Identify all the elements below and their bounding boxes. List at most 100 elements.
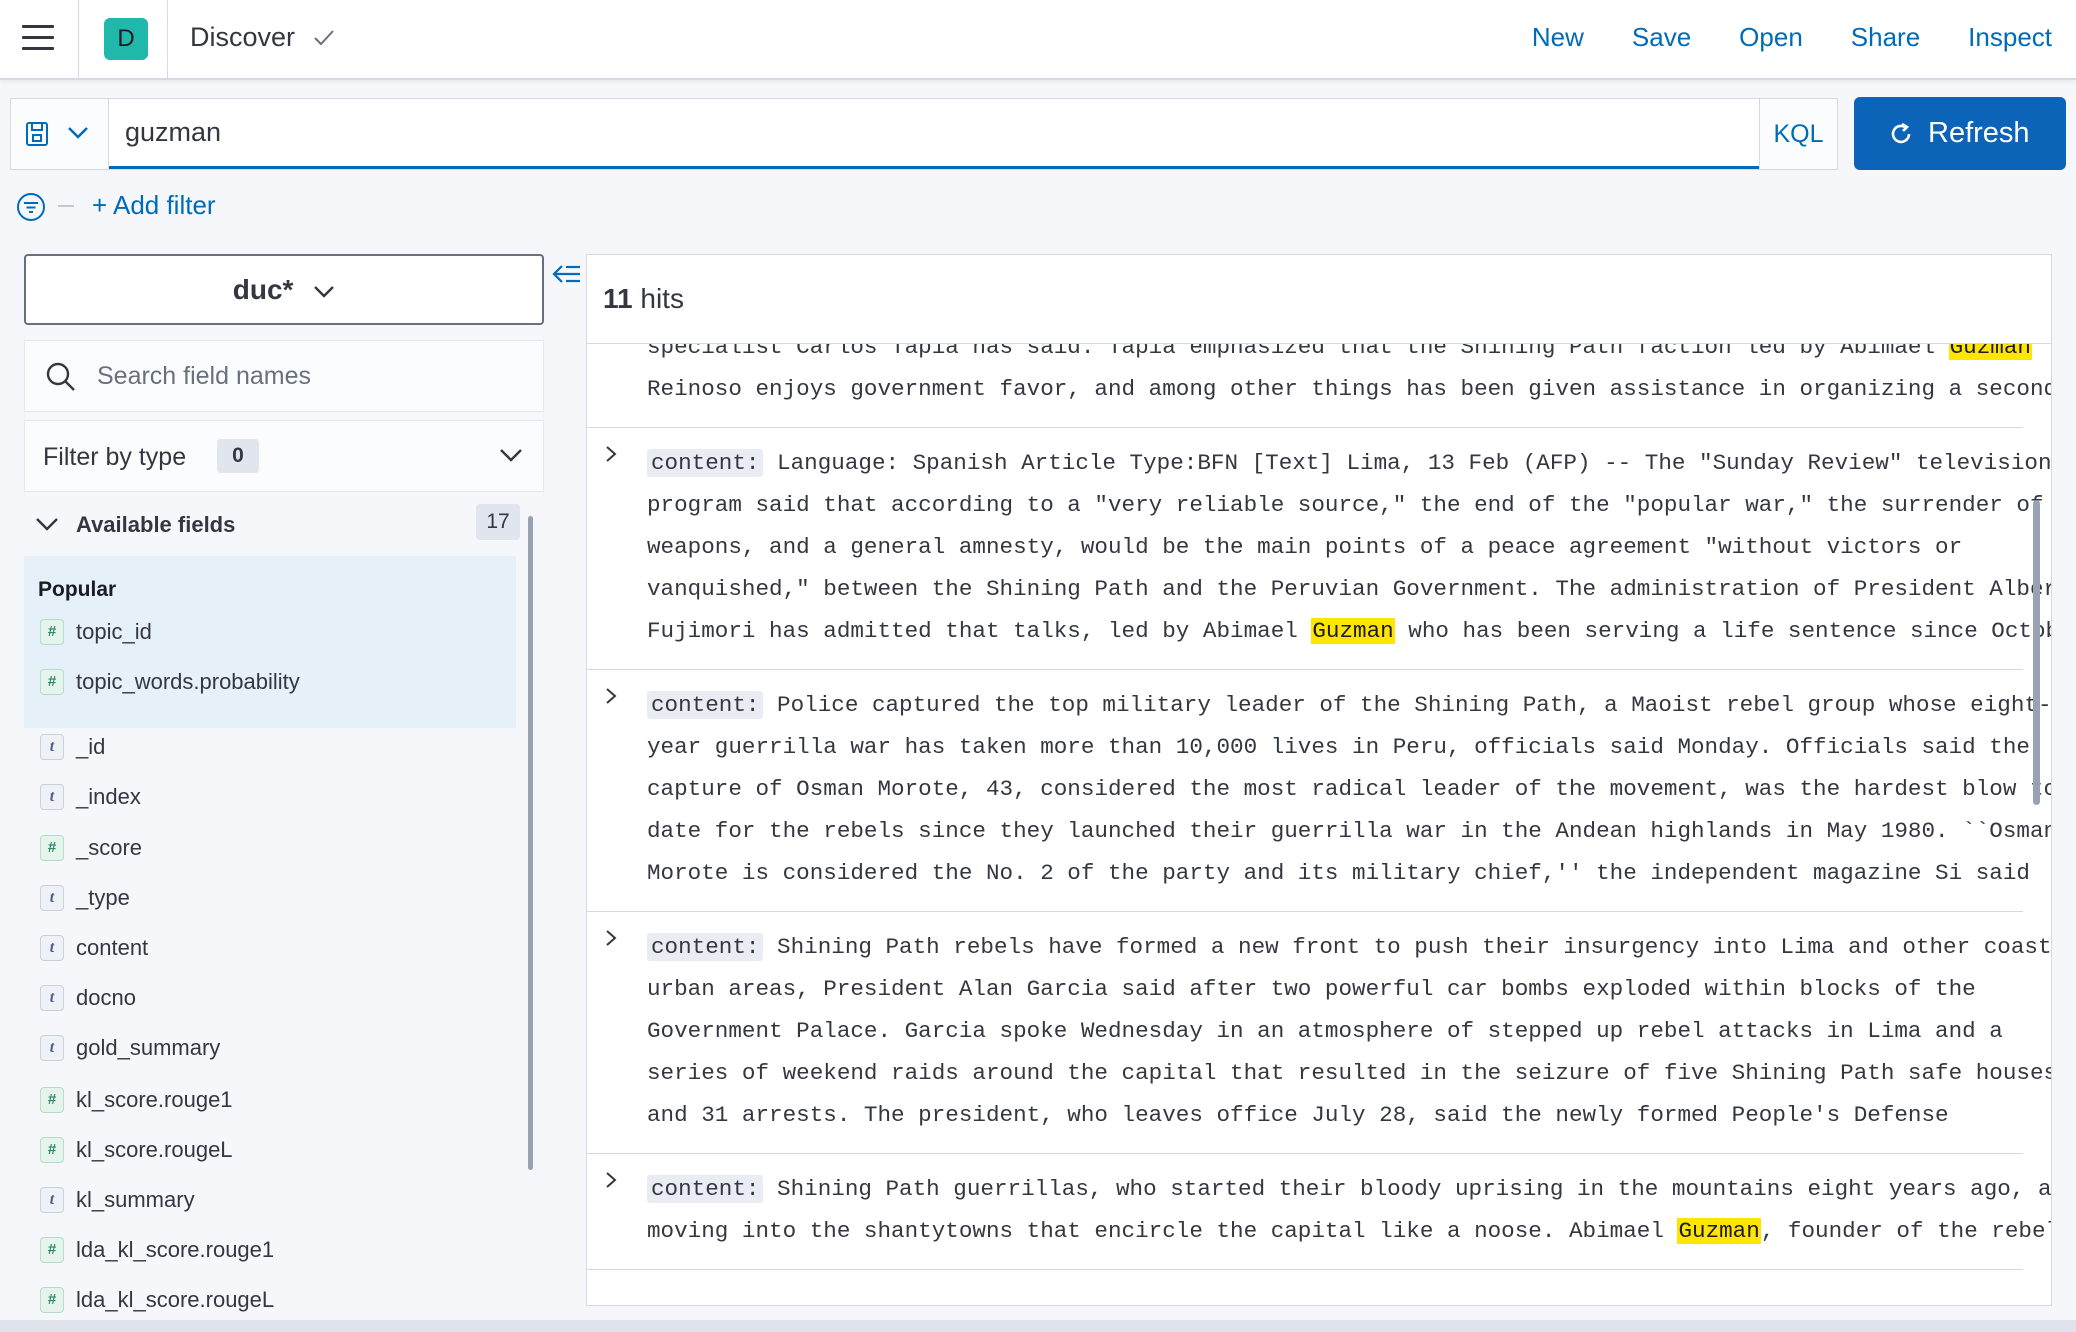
- available-fields-label: Available fields: [76, 512, 236, 537]
- number-type-icon: #: [40, 835, 64, 861]
- content-line: urban areas, President Alan Garcia said …: [647, 976, 1976, 1002]
- field-item[interactable]: t content: [40, 930, 148, 966]
- field-name: docno: [76, 985, 136, 1010]
- share-link[interactable]: Share: [1851, 22, 1920, 53]
- filter-count-badge: 0: [217, 439, 259, 473]
- add-filter-button[interactable]: + Add filter: [92, 190, 216, 221]
- chevron-right-icon[interactable]: [603, 444, 619, 464]
- document-table: specialist Carlos Tapia has said. Tapia …: [587, 344, 2052, 1305]
- string-type-icon: t: [40, 1035, 64, 1061]
- document-row[interactable]: content: Language: Spanish Article Type:…: [587, 428, 2052, 670]
- string-type-icon: t: [40, 985, 64, 1011]
- refresh-button[interactable]: Refresh: [1854, 97, 2066, 170]
- search-highlight: Guzman: [1948, 344, 2032, 360]
- query-input[interactable]: [109, 99, 1769, 169]
- string-type-icon: t: [40, 885, 64, 911]
- breadcrumb-discover[interactable]: Discover: [190, 22, 295, 53]
- save-link[interactable]: Save: [1632, 22, 1691, 53]
- field-item[interactable]: t docno: [40, 980, 136, 1016]
- content-line: moving into the shantytowns that encircl…: [647, 1218, 2052, 1244]
- hits-number: 11: [603, 283, 633, 314]
- field-item[interactable]: t _type: [40, 880, 130, 916]
- field-item[interactable]: t _id: [40, 729, 105, 765]
- results-panel: 11 hits specialist Carlos Tapia has said…: [586, 254, 2052, 1306]
- filter-icon[interactable]: [16, 192, 46, 222]
- field-item[interactable]: t kl_summary: [40, 1182, 195, 1218]
- field-name: kl_score.rougeL: [76, 1137, 233, 1162]
- document-row[interactable]: specialist Carlos Tapia has said. Tapia …: [587, 344, 2051, 428]
- space-avatar[interactable]: D: [104, 18, 148, 60]
- field-item[interactable]: t gold_summary: [40, 1030, 220, 1066]
- divider: [58, 205, 74, 207]
- content-line: content: Shining Path rebels have formed…: [647, 926, 2051, 968]
- number-type-icon: #: [40, 619, 64, 645]
- field-name: content: [76, 935, 149, 960]
- field-name: _id: [76, 734, 106, 759]
- divider: [78, 0, 79, 80]
- refresh-icon: [1891, 122, 1911, 144]
- field-item[interactable]: # _score: [40, 830, 142, 866]
- available-fields-toggle[interactable]: Available fields 17: [24, 502, 520, 546]
- field-item[interactable]: # lda_kl_score.rouge1: [40, 1232, 274, 1268]
- menu-icon[interactable]: [22, 25, 54, 51]
- content-line: content: Language: Spanish Article Type:…: [647, 442, 2051, 484]
- content-line: specialist Carlos Tapia has said. Tapia …: [647, 344, 2032, 368]
- chevron-right-icon[interactable]: [603, 928, 619, 948]
- field-name: lda_kl_score.rougeL: [76, 1287, 275, 1312]
- index-pattern-picker[interactable]: duc*: [24, 254, 544, 325]
- field-name: _score: [76, 835, 143, 860]
- chevron-down-icon: [36, 518, 58, 531]
- field-label-chip: content:: [647, 691, 764, 719]
- divider: [167, 0, 168, 80]
- field-item[interactable]: # kl_score.rouge1: [40, 1082, 233, 1118]
- field-label-chip: content:: [647, 933, 764, 961]
- number-type-icon: #: [40, 1137, 64, 1163]
- field-label-chip: content:: [647, 449, 764, 477]
- field-item[interactable]: # lda_kl_score.rougeL: [40, 1282, 274, 1318]
- number-type-icon: #: [40, 1287, 64, 1313]
- new-link[interactable]: New: [1532, 22, 1584, 53]
- content-line: Government Palace. Garcia spoke Wednesda…: [647, 1018, 2003, 1044]
- string-type-icon: t: [40, 734, 64, 760]
- chevron-right-icon[interactable]: [603, 686, 619, 706]
- inspect-link[interactable]: Inspect: [1968, 22, 2052, 53]
- check-icon: [314, 30, 334, 46]
- popular-title: Popular: [38, 578, 117, 601]
- field-search-input[interactable]: [97, 341, 537, 411]
- filter-by-type-button[interactable]: Filter by type 0: [24, 420, 544, 492]
- string-type-icon: t: [40, 784, 64, 810]
- field-name: lda_kl_score.rouge1: [76, 1237, 275, 1262]
- document-row[interactable]: content: Shining Path rebels have formed…: [587, 912, 2051, 1154]
- field-item[interactable]: # kl_score.rougeL: [40, 1132, 233, 1168]
- chevron-right-icon[interactable]: [603, 1170, 619, 1190]
- field-item[interactable]: # topic_words.probability: [40, 664, 300, 700]
- hits-count: 11 hits: [603, 283, 684, 315]
- save-disk-icon: [26, 122, 48, 146]
- number-type-icon: #: [40, 669, 64, 695]
- sidebar-scrollbar[interactable]: [528, 516, 533, 1170]
- collapse-sidebar-icon[interactable]: [552, 262, 582, 288]
- content-line: weapons, and a general amnesty, would be…: [647, 534, 1963, 560]
- string-type-icon: t: [40, 1187, 64, 1213]
- document-row[interactable]: content: Shining Path guerrillas, who st…: [587, 1154, 2052, 1270]
- document-content: content: Shining Path guerrillas, who st…: [647, 1168, 2052, 1252]
- hits-label: hits: [640, 283, 684, 314]
- chevron-down-icon: [500, 449, 522, 462]
- document-content: specialist Carlos Tapia has said. Tapia …: [647, 344, 2051, 410]
- content-line: year guerrilla war has taken more than 1…: [647, 734, 2030, 760]
- open-link[interactable]: Open: [1739, 22, 1803, 53]
- document-content: content: Language: Spanish Article Type:…: [647, 442, 2052, 652]
- string-type-icon: t: [40, 935, 64, 961]
- field-item[interactable]: t _index: [40, 779, 141, 815]
- filter-by-type-label: Filter by type: [43, 443, 187, 471]
- field-item[interactable]: # topic_id: [40, 614, 152, 650]
- saved-query-button[interactable]: [11, 99, 109, 169]
- results-scrollbar[interactable]: [2033, 500, 2040, 805]
- document-row[interactable]: content: Police captured the top militar…: [587, 670, 2051, 912]
- search-highlight: Guzman: [1677, 1218, 1761, 1244]
- field-search: [24, 340, 544, 412]
- field-name: _index: [76, 784, 141, 809]
- top-header: D Discover New Save Open Share Inspect: [0, 0, 2076, 80]
- kql-toggle[interactable]: KQL: [1759, 99, 1837, 169]
- content-line: vanquished," between the Shining Path an…: [647, 576, 2052, 602]
